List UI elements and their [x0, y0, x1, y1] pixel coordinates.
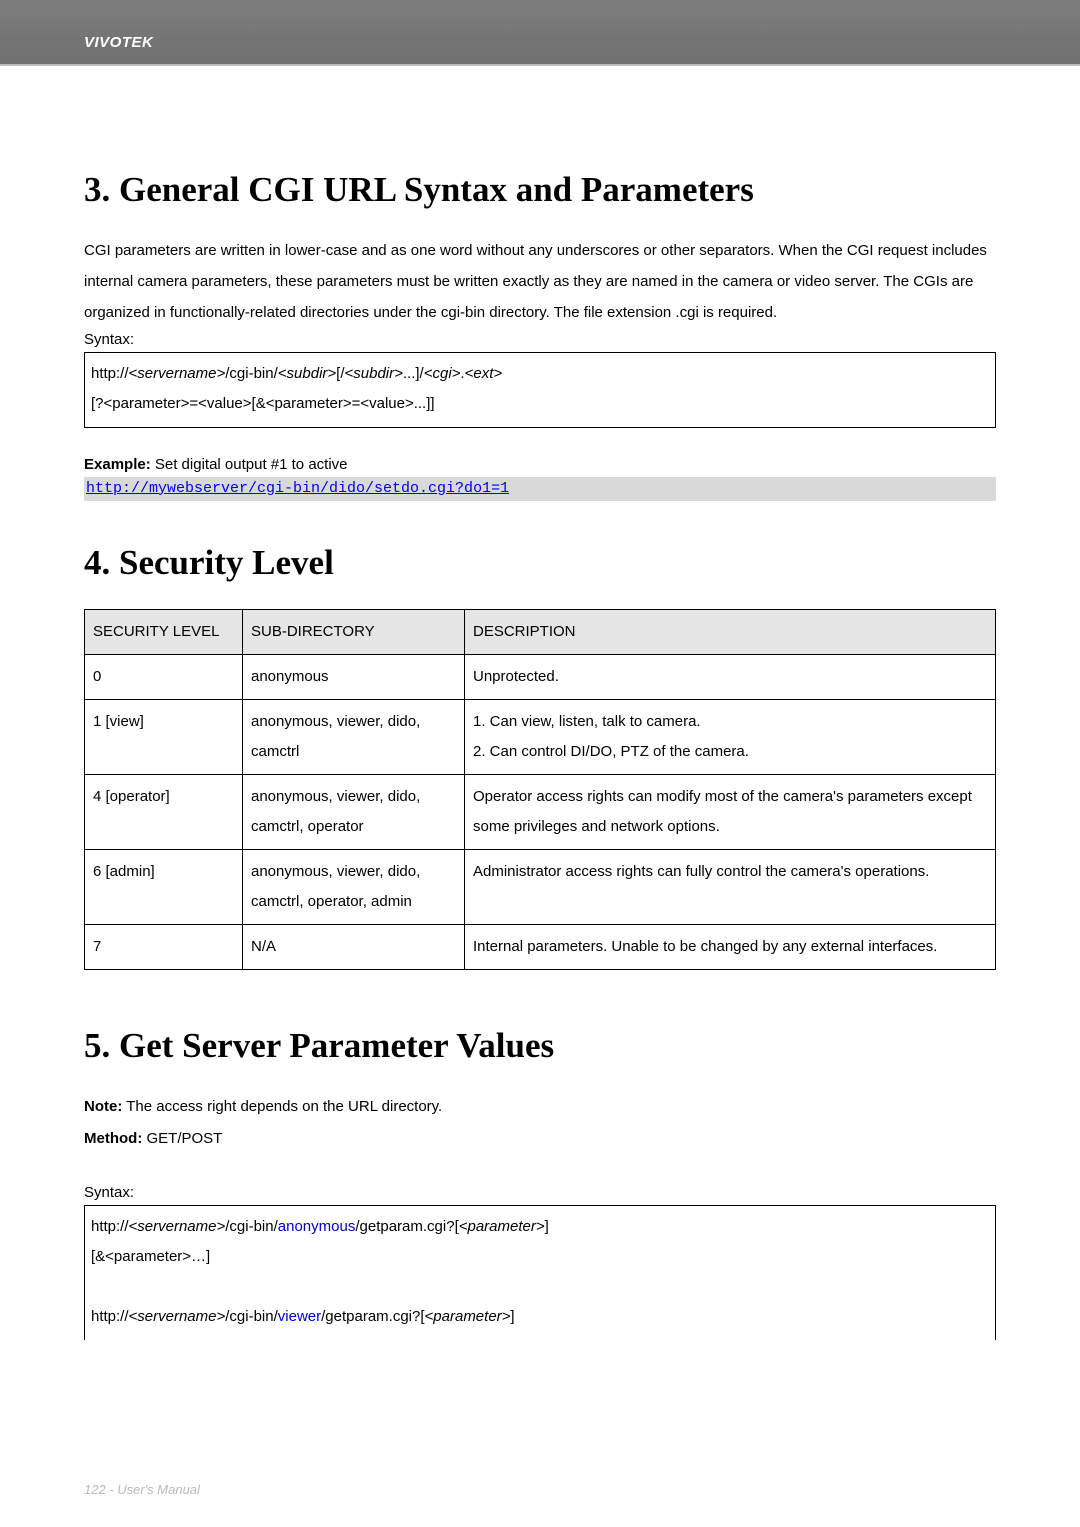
- t: anonymous: [278, 1218, 356, 1235]
- t: http://: [91, 365, 129, 382]
- t: viewer: [278, 1308, 321, 1325]
- header-divider: [0, 64, 1080, 66]
- t: <subdir>: [278, 365, 336, 382]
- section-3-heading: 3. General CGI URL Syntax and Parameters: [84, 170, 996, 210]
- syntax2-line-1: http://<servername>/cgi-bin/anonymous/ge…: [91, 1212, 989, 1242]
- syntax-line-2: [?<parameter>=<value>[&<parameter>=<valu…: [91, 389, 989, 419]
- cell: Operator access rights can modify most o…: [465, 774, 996, 849]
- example-line: Example: Set digital output #1 to active: [84, 456, 996, 473]
- header-bar: VIVOTEK: [0, 0, 1080, 66]
- t: /getparam.cgi?[: [355, 1218, 458, 1235]
- page-footer: 122 - User's Manual: [84, 1482, 200, 1497]
- t: http://: [91, 1308, 129, 1325]
- method-line: Method: GET/POST: [84, 1124, 996, 1154]
- syntax-box: http://<servername>/cgi-bin/<subdir>[/<s…: [84, 352, 996, 428]
- table-row: 0 anonymous Unprotected.: [85, 654, 996, 699]
- t: <ext>: [465, 365, 503, 382]
- th-security-level: SECURITY LEVEL: [85, 609, 243, 654]
- t: ]: [545, 1218, 549, 1235]
- syntax-line-1: http://<servername>/cgi-bin/<subdir>[/<s…: [91, 359, 989, 389]
- security-level-table: SECURITY LEVEL SUB-DIRECTORY DESCRIPTION…: [84, 609, 996, 970]
- cell: 4 [operator]: [85, 774, 243, 849]
- table-row: 6 [admin] anonymous, viewer, dido, camct…: [85, 849, 996, 924]
- syntax-label-2: Syntax:: [84, 1184, 996, 1201]
- t: ...]/: [403, 365, 424, 382]
- method-text: GET/POST: [142, 1130, 222, 1147]
- cell: 1. Can view, listen, talk to camera. 2. …: [465, 699, 996, 774]
- syntax2-line-3: http://<servername>/cgi-bin/viewer/getpa…: [91, 1302, 989, 1332]
- th-description: DESCRIPTION: [465, 609, 996, 654]
- t: <parameter>: [459, 1218, 545, 1235]
- cell: Internal parameters. Unable to be change…: [465, 924, 996, 969]
- syntax-label: Syntax:: [84, 331, 996, 348]
- syntax-box-2: http://<servername>/cgi-bin/anonymous/ge…: [84, 1205, 996, 1340]
- table-row: 7 N/A Internal parameters. Unable to be …: [85, 924, 996, 969]
- page-content: 3. General CGI URL Syntax and Parameters…: [0, 66, 1080, 1340]
- cell: 1 [view]: [85, 699, 243, 774]
- cell: anonymous, viewer, dido, camctrl, operat…: [243, 849, 465, 924]
- example-text: Set digital output #1 to active: [151, 456, 348, 473]
- t: <cgi>: [424, 365, 461, 382]
- example-link[interactable]: http://mywebserver/cgi-bin/dido/setdo.cg…: [86, 480, 509, 497]
- table-header-row: SECURITY LEVEL SUB-DIRECTORY DESCRIPTION: [85, 609, 996, 654]
- t: <servername>: [129, 1308, 226, 1325]
- cell: 6 [admin]: [85, 849, 243, 924]
- t: /getparam.cgi?[: [321, 1308, 424, 1325]
- cell: Unprotected.: [465, 654, 996, 699]
- t: <parameter>: [425, 1308, 511, 1325]
- t: ]: [510, 1308, 514, 1325]
- syntax2-line-2: [&<parameter>…]: [91, 1242, 989, 1272]
- table-row: 4 [operator] anonymous, viewer, dido, ca…: [85, 774, 996, 849]
- example-link-row: http://mywebserver/cgi-bin/dido/setdo.cg…: [84, 477, 996, 501]
- cell: anonymous, viewer, dido, camctrl, operat…: [243, 774, 465, 849]
- cell: N/A: [243, 924, 465, 969]
- t: <subdir>: [345, 365, 403, 382]
- note-text: The access right depends on the URL dire…: [122, 1098, 442, 1115]
- t: /cgi-bin/: [225, 1218, 278, 1235]
- cell: 0: [85, 654, 243, 699]
- note-line: Note: The access right depends on the UR…: [84, 1092, 996, 1122]
- t: [/: [336, 365, 344, 382]
- section-4-heading: 4. Security Level: [84, 543, 996, 583]
- note-label: Note:: [84, 1098, 122, 1115]
- th-sub-directory: SUB-DIRECTORY: [243, 609, 465, 654]
- t: /cgi-bin/: [225, 365, 278, 382]
- section-3-paragraph: CGI parameters are written in lower-case…: [84, 236, 996, 329]
- cell: anonymous, viewer, dido, camctrl: [243, 699, 465, 774]
- t: /cgi-bin/: [225, 1308, 278, 1325]
- t: <servername>: [129, 365, 226, 382]
- brand-logo: VIVOTEK: [84, 34, 153, 51]
- t: <servername>: [129, 1218, 226, 1235]
- cell: Administrator access rights can fully co…: [465, 849, 996, 924]
- cell: anonymous: [243, 654, 465, 699]
- example-label: Example:: [84, 456, 151, 473]
- table-row: 1 [view] anonymous, viewer, dido, camctr…: [85, 699, 996, 774]
- method-label: Method:: [84, 1130, 142, 1147]
- section-5-heading: 5. Get Server Parameter Values: [84, 1026, 996, 1066]
- cell: 7: [85, 924, 243, 969]
- t: http://: [91, 1218, 129, 1235]
- syntax2-spacer: [91, 1272, 989, 1302]
